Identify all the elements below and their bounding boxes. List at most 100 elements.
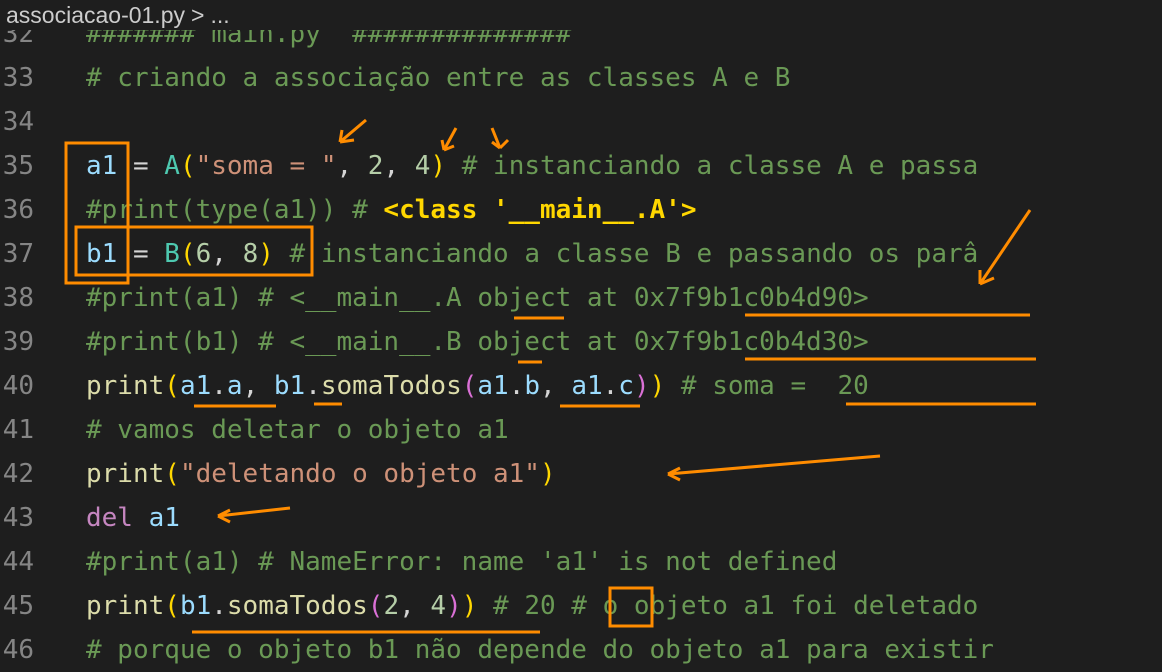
line-number: 35 (2, 151, 34, 181)
code-token: 2 (383, 591, 400, 621)
code-token: b1 (273, 371, 306, 401)
code-line[interactable]: 46 # porque o objeto b1 não depende do ob… (0, 628, 1162, 672)
code-token: ) (461, 591, 478, 621)
code-token: , (211, 239, 243, 269)
code-text[interactable]: #print(a1) # <__main__.A object at 0x7f9… (86, 276, 869, 320)
code-token: 6 (195, 239, 212, 269)
code-token: ) (539, 459, 556, 489)
code-text[interactable]: #print(type(a1)) # <class '__main__.A'> (86, 188, 697, 232)
line-number: 38 (2, 283, 34, 313)
code-token: #print(a1) # <__main__.A object at 0x7f9… (86, 283, 869, 313)
code-token: , (540, 371, 572, 401)
code-text[interactable]: print(b1.somaTodos(2, 4)) # 20 # o objet… (86, 584, 978, 628)
code-token: 4 (414, 151, 431, 181)
code-token: <class '__main__.A'> (383, 195, 697, 225)
code-line[interactable]: 41 # vamos deletar o objeto a1 (0, 408, 1162, 452)
code-token: a1 (86, 151, 118, 181)
code-token: a1 (148, 503, 180, 533)
line-number: 44 (2, 547, 34, 577)
code-text[interactable]: a1 = A("soma = ", 2, 4) # instanciando a… (86, 144, 978, 188)
code-line[interactable]: 43 del a1 (0, 496, 1162, 540)
code-token: # vamos deletar o objeto a1 (86, 415, 509, 445)
code-token: b1 (179, 591, 212, 621)
code-line[interactable]: 44 #print(a1) # NameError: name 'a1' is n… (0, 540, 1162, 584)
code-text[interactable]: print("deletando o objeto a1") (86, 452, 556, 496)
code-line[interactable]: 45 print(b1.somaTodos(2, 4)) # 20 # o obj… (0, 584, 1162, 628)
code-token: . (305, 371, 321, 401)
code-token: print (86, 459, 165, 489)
code-line[interactable]: 34 (0, 100, 1162, 144)
code-token: ) (649, 371, 666, 401)
code-token: . (602, 371, 619, 401)
code-token: B (164, 239, 180, 269)
code-token: ( (179, 239, 196, 269)
line-number: 46 (2, 635, 34, 665)
code-token: b1 (86, 239, 118, 269)
code-token: #print(type(a1)) # (86, 195, 384, 225)
code-token: . (211, 591, 227, 621)
code-text[interactable]: #print(b1) # <__main__.B object at 0x7f9… (86, 320, 869, 364)
code-token: a1 (179, 371, 212, 401)
code-text[interactable]: # criando a associação entre as classes … (86, 56, 790, 100)
breadcrumb-separator-icon: > (191, 2, 205, 28)
code-token: ( (164, 591, 180, 621)
code-line[interactable]: 42 print("deletando o objeto a1") (0, 452, 1162, 496)
breadcrumb[interactable]: associacao-01.py >... (0, 0, 1162, 30)
code-text[interactable]: #print(a1) # NameError: name 'a1' is not… (86, 540, 837, 584)
code-token: = (117, 151, 165, 181)
line-number: 45 (2, 591, 34, 621)
code-token: ) (430, 151, 447, 181)
code-token: 2 (367, 151, 384, 181)
code-token: ( (164, 371, 180, 401)
line-number: 42 (2, 459, 34, 489)
code-token: "deletando o objeto a1" (179, 459, 540, 489)
code-token: somaTodos (226, 591, 368, 621)
line-number: 34 (2, 107, 34, 137)
code-line[interactable]: 35 a1 = A("soma = ", 2, 4) # instanciando… (0, 144, 1162, 188)
line-number: 41 (2, 415, 34, 445)
code-text[interactable]: # porque o objeto b1 não depende do obje… (86, 628, 994, 672)
code-token: somaTodos (320, 371, 462, 401)
code-token: ( (461, 371, 478, 401)
code-token: A (164, 151, 180, 181)
code-text[interactable]: b1 = B(6, 8) # instanciando a classe B e… (86, 232, 978, 276)
code-token: ) (258, 239, 274, 269)
code-text[interactable]: # vamos deletar o objeto a1 (86, 408, 509, 452)
code-token: del (86, 503, 133, 533)
code-line[interactable]: 37 b1 = B(6, 8) # instanciando a classe B… (0, 232, 1162, 276)
code-line[interactable]: 40 print(a1.a, b1.somaTodos(a1.b, a1.c)) … (0, 364, 1162, 408)
code-text[interactable]: print(a1.a, b1.somaTodos(a1.b, a1.c)) # … (86, 364, 869, 408)
code-token: ) (446, 591, 462, 621)
code-token: print (86, 371, 165, 401)
code-editor[interactable]: 32 ####### main.py ############## 33 # cria… (0, 14, 1162, 665)
breadcrumb-file[interactable]: associacao-01.py (6, 2, 185, 28)
code-line[interactable]: 39 #print(b1) # <__main__.B object at 0x7… (0, 320, 1162, 364)
breadcrumb-more[interactable]: ... (210, 2, 229, 28)
code-token: a1 (571, 371, 603, 401)
code-token: "soma = " (195, 151, 337, 181)
code-token: # 20 # o objeto a1 foi deletado (477, 591, 979, 621)
code-token: #print(a1) # NameError: name 'a1' is not… (86, 547, 838, 577)
code-token: 8 (242, 239, 259, 269)
code-token: = (117, 239, 165, 269)
code-token: b (524, 371, 541, 401)
line-number: 37 (2, 239, 34, 269)
code-line[interactable]: 38 #print(a1) # <__main__.A object at 0x7… (0, 276, 1162, 320)
line-number: 33 (2, 63, 34, 93)
code-token: # porque o objeto b1 não depende do obje… (86, 635, 994, 665)
code-text[interactable]: del a1 (86, 496, 180, 540)
code-token: # criando a associação entre as classes … (86, 63, 791, 93)
line-number: 43 (2, 503, 34, 533)
code-token: ( (367, 591, 384, 621)
code-token: , (242, 371, 274, 401)
code-token: #print(b1) # <__main__.B object at 0x7f9… (86, 327, 869, 357)
code-token: a1 (477, 371, 509, 401)
code-token: # instanciando a classe B e passando os … (273, 239, 979, 269)
code-token: a (226, 371, 243, 401)
code-line[interactable]: 36 #print(type(a1)) # <class '__main__.A'… (0, 188, 1162, 232)
code-token: . (211, 371, 227, 401)
line-number: 36 (2, 195, 34, 225)
code-token: # instanciando a classe A e passa (446, 151, 979, 181)
code-line[interactable]: 33 # criando a associação entre as classe… (0, 56, 1162, 100)
